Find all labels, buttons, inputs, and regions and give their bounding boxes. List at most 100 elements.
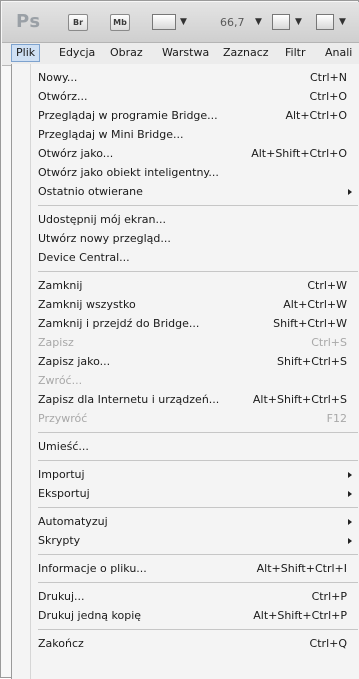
- menu-item-open-as[interactable]: Otwórz jako... Alt+Shift+Ctrl+O: [38, 145, 353, 163]
- menu-item-shortcut: Alt+Shift+Ctrl+I: [256, 562, 347, 575]
- menu-item-label: Zapisz: [38, 336, 74, 349]
- view-extras-dropdown-icon[interactable]: ▼: [180, 17, 187, 27]
- photoshop-window: Ps Br Mb ▼ 66,7 ▼ ▼ ▼ Plik Edycja Obraz …: [0, 0, 359, 679]
- menu-filtr[interactable]: Filtr: [281, 45, 309, 61]
- menu-item-exit[interactable]: Zakończ Ctrl+Q: [38, 635, 353, 653]
- menu-item-label: Zamknij wszystko: [38, 298, 136, 311]
- menu-separator: [38, 432, 358, 433]
- arrange-documents-dropdown-icon[interactable]: ▼: [295, 17, 302, 27]
- menu-item-close[interactable]: Zamknij Ctrl+W: [38, 277, 353, 295]
- submenu-arrow-icon: [348, 189, 352, 195]
- menu-separator: [38, 271, 358, 272]
- menu-analiza[interactable]: Anali: [321, 45, 356, 61]
- menu-item-shortcut: Ctrl+P: [311, 590, 347, 603]
- menu-item-open-as-smart-object[interactable]: Otwórz jako obiekt inteligentny...: [38, 164, 353, 182]
- menu-item-export[interactable]: Eksportuj: [38, 485, 353, 503]
- menu-item-shortcut: Ctrl+O: [309, 90, 347, 103]
- menu-item-print-one-copy[interactable]: Drukuj jedną kopię Alt+Shift+Ctrl+P: [38, 607, 353, 625]
- menu-separator: [38, 205, 358, 206]
- application-bar: Ps Br Mb ▼ 66,7 ▼ ▼ ▼: [2, 2, 359, 43]
- menu-item-automate[interactable]: Automatyzuj: [38, 513, 353, 531]
- menu-item-label: Przeglądaj w programie Bridge...: [38, 109, 218, 122]
- menu-item-label: Zapisz dla Internetu i urządzeń...: [38, 393, 220, 406]
- menu-item-label: Eksportuj: [38, 487, 90, 500]
- menu-item-shortcut: Shift+Ctrl+S: [277, 355, 347, 368]
- submenu-arrow-icon: [348, 538, 352, 544]
- menu-separator: [38, 554, 358, 555]
- menu-item-browse-bridge[interactable]: Przeglądaj w programie Bridge... Alt+Ctrl…: [38, 107, 353, 125]
- menu-zaznacz[interactable]: Zaznacz: [219, 45, 273, 61]
- menu-gutter: [30, 64, 31, 679]
- menu-item-device-central[interactable]: Device Central...: [38, 249, 353, 267]
- menu-item-save-as[interactable]: Zapisz jako... Shift+Ctrl+S: [38, 353, 353, 371]
- menu-item-label: Zwróć...: [38, 374, 83, 387]
- menu-item-open[interactable]: Otwórz... Ctrl+O: [38, 88, 353, 106]
- file-menu-dropdown: Nowy... Ctrl+N Otwórz... Ctrl+O Przeglądaj…: [11, 64, 359, 679]
- menu-item-label: Nowy...: [38, 71, 78, 84]
- menu-separator: [38, 460, 358, 461]
- menu-item-new[interactable]: Nowy... Ctrl+N: [38, 69, 353, 87]
- view-extras-icon[interactable]: [152, 14, 176, 30]
- menu-item-label: Przeglądaj w Mini Bridge...: [38, 128, 184, 141]
- menu-item-label: Importuj: [38, 468, 85, 481]
- launch-bridge-button[interactable]: Br: [68, 14, 88, 31]
- menu-item-label: Utwórz nowy przegląd...: [38, 232, 171, 245]
- menu-edycja[interactable]: Edycja: [55, 45, 99, 61]
- menu-item-import[interactable]: Importuj: [38, 466, 353, 484]
- menu-item-shortcut: Alt+Ctrl+W: [283, 298, 347, 311]
- submenu-arrow-icon: [348, 491, 352, 497]
- menu-item-browse-mini-bridge[interactable]: Przeglądaj w Mini Bridge...: [38, 126, 353, 144]
- menu-item-label: Zamknij: [38, 279, 83, 292]
- menu-item-label: Udostępnij mój ekran...: [38, 213, 166, 226]
- menu-item-label: Ostatnio otwierane: [38, 185, 143, 198]
- menu-bar: Plik Edycja Obraz Warstwa Zaznacz Filtr …: [2, 43, 359, 66]
- menu-separator: [38, 582, 358, 583]
- menu-item-file-info[interactable]: Informacje o pliku... Alt+Shift+Ctrl+I: [38, 560, 353, 578]
- screen-mode-dropdown-icon[interactable]: ▼: [339, 17, 346, 27]
- menu-plik[interactable]: Plik: [11, 44, 41, 62]
- menu-item-shortcut: Alt+Shift+Ctrl+P: [253, 609, 347, 622]
- menu-item-open-recent[interactable]: Ostatnio otwierane: [38, 183, 353, 201]
- menu-item-label: Otwórz jako obiekt inteligentny...: [38, 166, 219, 179]
- menu-item-save-for-web[interactable]: Zapisz dla Internetu i urządzeń... Alt+Sh…: [38, 391, 353, 409]
- menu-item-label: Zamknij i przejdź do Bridge...: [38, 317, 200, 330]
- menu-item-check-in: Zwróć...: [38, 372, 353, 390]
- menu-item-label: Drukuj...: [38, 590, 85, 603]
- menu-item-place[interactable]: Umieść...: [38, 438, 353, 456]
- menu-item-label: Skrypty: [38, 534, 81, 547]
- menu-item-revert: Przywróć F12: [38, 410, 353, 428]
- menu-item-scripts[interactable]: Skrypty: [38, 532, 353, 550]
- submenu-arrow-icon: [348, 472, 352, 478]
- menu-item-shortcut: Shift+Ctrl+W: [273, 317, 347, 330]
- menu-separator: [38, 507, 358, 508]
- menu-item-shortcut: Ctrl+N: [309, 71, 347, 84]
- menu-item-shortcut: Ctrl+S: [311, 336, 347, 349]
- launch-mini-bridge-button[interactable]: Mb: [110, 14, 130, 31]
- menu-item-save: Zapisz Ctrl+S: [38, 334, 353, 352]
- zoom-level[interactable]: 66,7: [220, 16, 245, 29]
- menu-item-label: Zapisz jako...: [38, 355, 111, 368]
- menu-warstwa[interactable]: Warstwa: [158, 45, 213, 61]
- screen-mode-icon[interactable]: [316, 14, 334, 30]
- menu-item-shortcut: Alt+Shift+Ctrl+S: [252, 393, 347, 406]
- menu-separator: [38, 629, 358, 630]
- menu-item-label: Drukuj jedną kopię: [38, 609, 142, 622]
- arrange-documents-icon[interactable]: [272, 14, 290, 30]
- menu-item-label: Otwórz jako...: [38, 147, 114, 160]
- menu-item-label: Zakończ: [38, 637, 84, 650]
- submenu-arrow-icon: [348, 519, 352, 525]
- menu-item-new-review[interactable]: Utwórz nowy przegląd...: [38, 230, 353, 248]
- menu-item-shortcut: Alt+Shift+Ctrl+O: [251, 147, 347, 160]
- menu-item-label: Otwórz...: [38, 90, 88, 103]
- menu-item-label: Device Central...: [38, 251, 130, 264]
- menu-item-label: Umieść...: [38, 440, 89, 453]
- menu-item-shortcut: Alt+Ctrl+O: [285, 109, 347, 122]
- menu-item-close-all[interactable]: Zamknij wszystko Alt+Ctrl+W: [38, 296, 353, 314]
- zoom-dropdown-icon[interactable]: ▼: [255, 17, 262, 27]
- menu-item-label: Automatyzuj: [38, 515, 108, 528]
- menu-item-share-screen[interactable]: Udostępnij mój ekran...: [38, 211, 353, 229]
- menu-item-print[interactable]: Drukuj... Ctrl+P: [38, 588, 353, 606]
- menu-item-close-and-go-to-bridge[interactable]: Zamknij i przejdź do Bridge... Shift+Ctrl…: [38, 315, 353, 333]
- menu-obraz[interactable]: Obraz: [106, 45, 147, 61]
- menu-item-shortcut: Ctrl+W: [307, 279, 347, 292]
